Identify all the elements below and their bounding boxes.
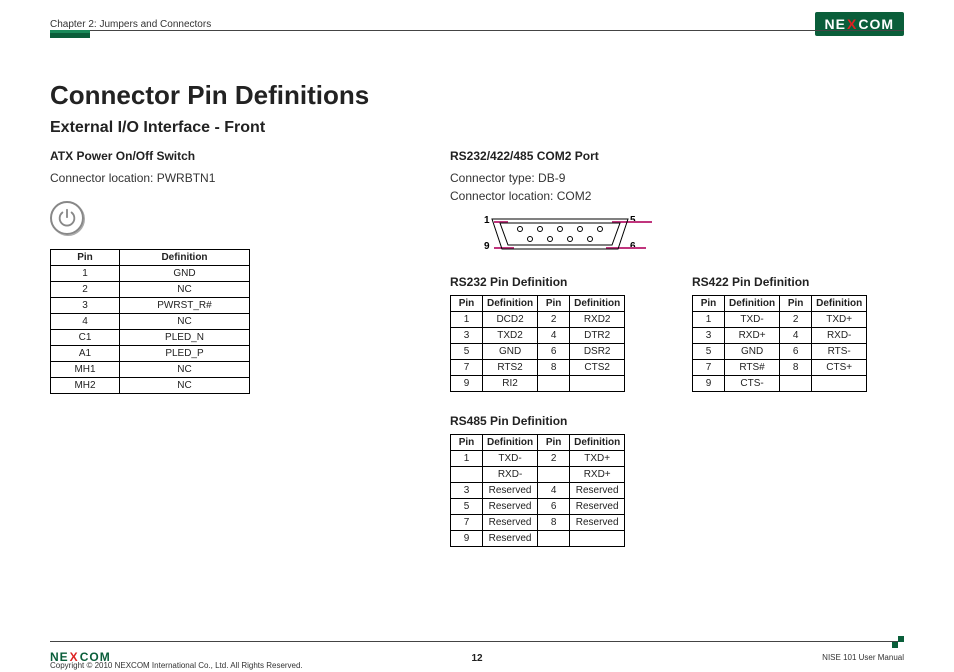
table-row: 7RTS28CTS2 <box>451 360 625 376</box>
page-subtitle: External I/O Interface - Front <box>50 119 904 137</box>
footer-page-number: 12 <box>0 653 954 664</box>
rs485-block: RS485 Pin Definition PinDefinition PinDe… <box>450 412 662 547</box>
brand-logo: NEXCOM <box>815 12 904 36</box>
rs232-table: PinDefinition PinDefinition 1DCD22RXD2 3… <box>450 295 625 392</box>
com2-type: Connector type: DB-9 <box>450 169 904 187</box>
rs232-title: RS232 Pin Definition <box>450 275 662 289</box>
table-row: 1TXD-2TXD+ <box>693 312 867 328</box>
th-pin: Pin <box>51 250 120 266</box>
atx-pin-table: Pin Definition 1GND 2NC 3PWRST_R# 4NC C1… <box>50 249 250 394</box>
table-row: 1DCD22RXD2 <box>451 312 625 328</box>
table-row: 9CTS- <box>693 376 867 392</box>
th-def: Definition <box>120 250 250 266</box>
table-row: A1PLED_P <box>51 346 250 362</box>
table-row: 1GND <box>51 266 250 282</box>
table-row: 5Reserved6Reserved <box>451 499 625 515</box>
header-rule <box>50 30 904 31</box>
com2-heading: RS232/422/485 COM2 Port <box>450 149 904 163</box>
footer-rule <box>50 641 904 642</box>
table-row: 3RXD+4RXD- <box>693 328 867 344</box>
rs422-title: RS422 Pin Definition <box>692 275 904 289</box>
table-row: 3TXD24DTR2 <box>451 328 625 344</box>
db9-diagram: 1 5 9 6 <box>460 213 660 261</box>
table-row: RXD-RXD+ <box>451 467 625 483</box>
col-atx: ATX Power On/Off Switch Connector locati… <box>50 147 420 559</box>
table-row: 1TXD-2TXD+ <box>451 451 625 467</box>
table-row: 4NC <box>51 314 250 330</box>
rs422-table: PinDefinition PinDefinition 1TXD-2TXD+ 3… <box>692 295 867 392</box>
com2-location: Connector location: COM2 <box>450 187 904 205</box>
chapter-label: Chapter 2: Jumpers and Connectors <box>50 19 211 30</box>
footer-accent-squares <box>892 636 904 648</box>
rs232-block: RS232 Pin Definition PinDefinition PinDe… <box>450 273 662 392</box>
table-row: 2NC <box>51 282 250 298</box>
rs485-title: RS485 Pin Definition <box>450 414 662 428</box>
rs485-table: PinDefinition PinDefinition 1TXD-2TXD+ R… <box>450 434 625 547</box>
atx-location: Connector location: PWRBTN1 <box>50 169 420 187</box>
table-row: 5GND6RTS- <box>693 344 867 360</box>
table-row: 9RI2 <box>451 376 625 392</box>
power-icon <box>50 201 84 235</box>
rs422-block: RS422 Pin Definition PinDefinition PinDe… <box>692 273 904 392</box>
table-row: 7RTS#8CTS+ <box>693 360 867 376</box>
table-row: 3Reserved4Reserved <box>451 483 625 499</box>
header-tab-accent <box>50 30 90 38</box>
col-com2: RS232/422/485 COM2 Port Connector type: … <box>450 147 904 559</box>
atx-heading: ATX Power On/Off Switch <box>50 149 420 163</box>
table-row: 7Reserved8Reserved <box>451 515 625 531</box>
db9-shell-icon <box>490 217 630 251</box>
page-body: Connector Pin Definitions External I/O I… <box>50 60 904 559</box>
table-row: C1PLED_N <box>51 330 250 346</box>
page-title: Connector Pin Definitions <box>50 80 904 111</box>
spacer <box>692 412 904 559</box>
page-header: Chapter 2: Jumpers and Connectors NEXCOM <box>50 12 904 36</box>
table-row: 9Reserved <box>451 531 625 547</box>
table-row: 5GND6DSR2 <box>451 344 625 360</box>
table-row: MH1NC <box>51 362 250 378</box>
table-row: MH2NC <box>51 378 250 394</box>
table-row: 3PWRST_R# <box>51 298 250 314</box>
